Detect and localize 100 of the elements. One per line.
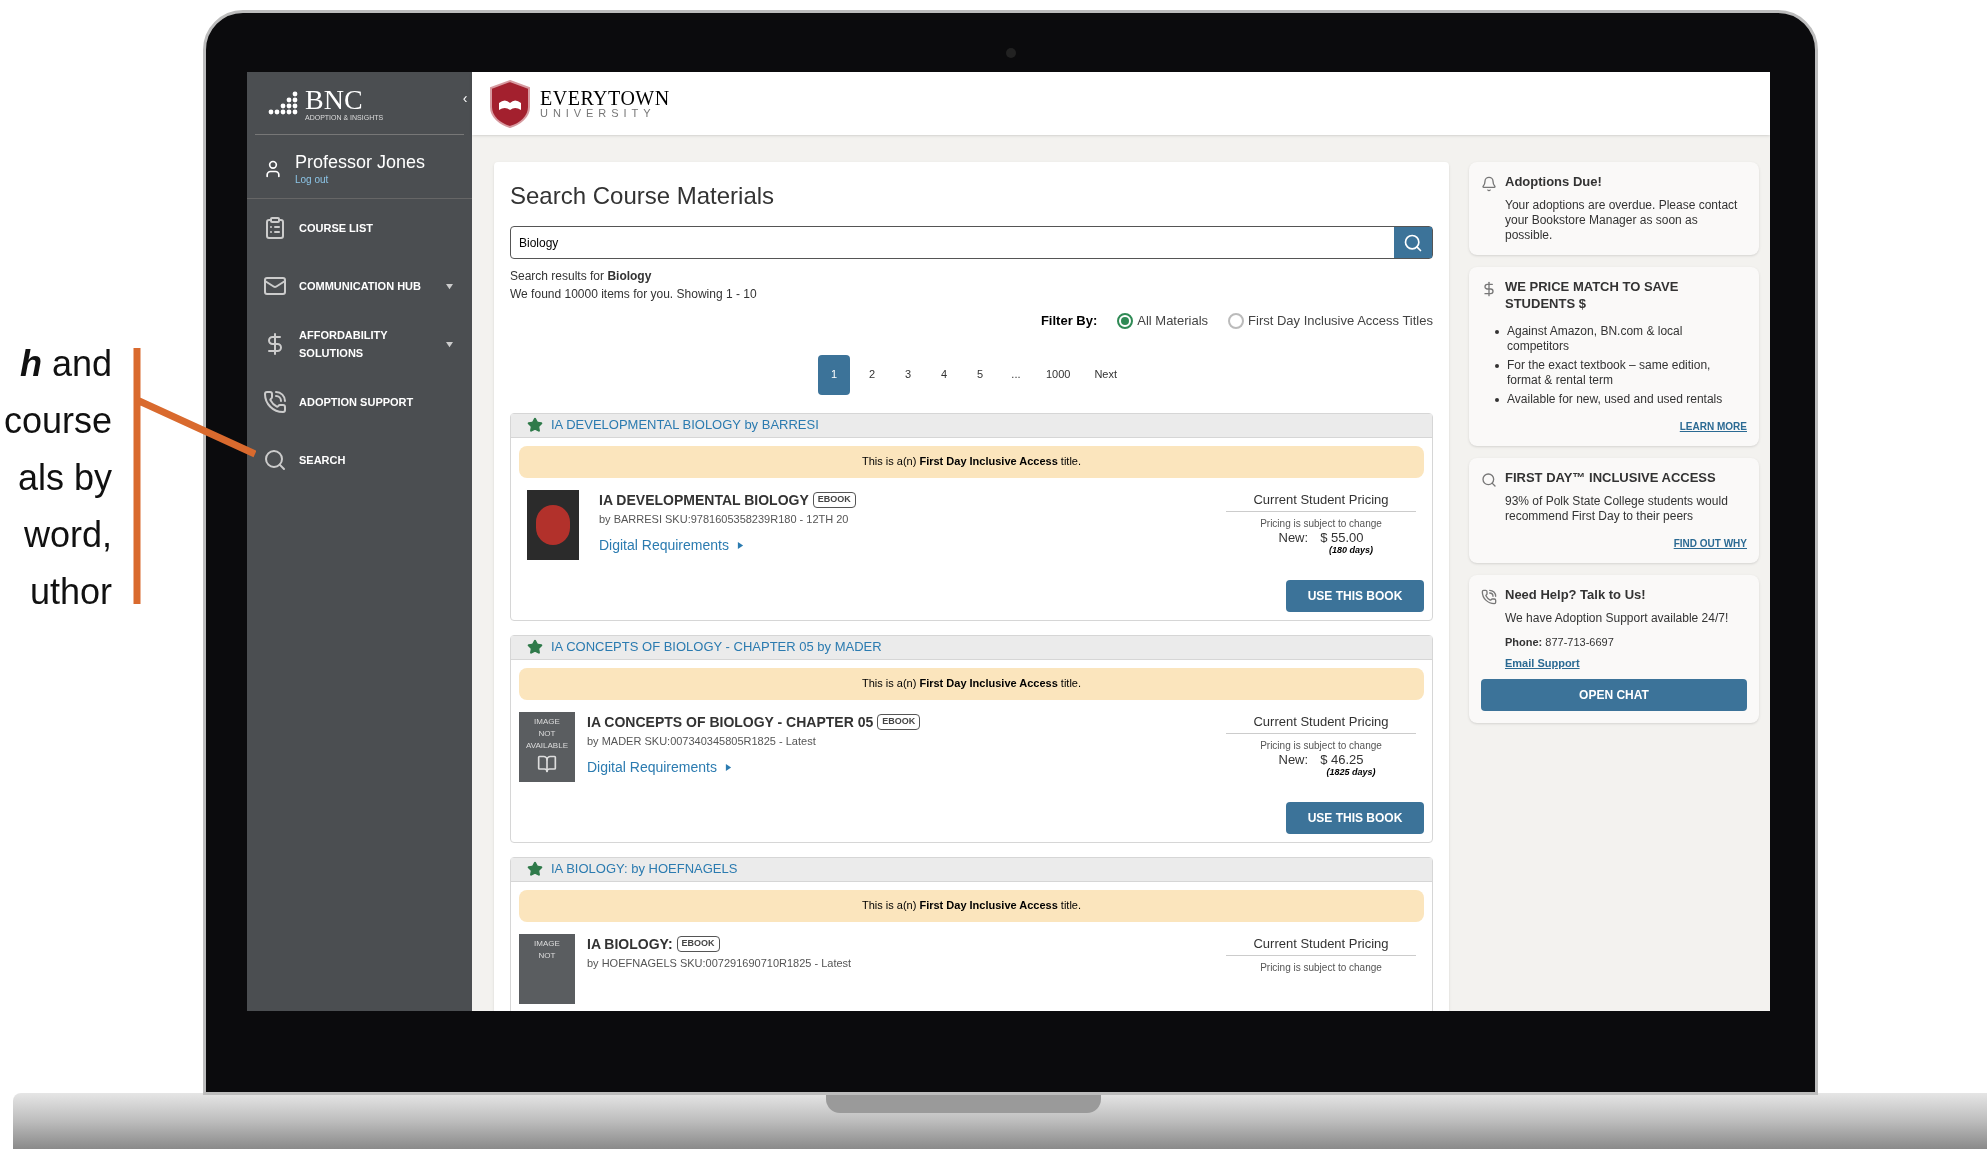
page-link[interactable]: 1	[817, 354, 850, 395]
card-title: Need Help? Talk to Us!	[1505, 587, 1647, 604]
radio-button[interactable]	[1228, 312, 1245, 329]
page-link[interactable]: 3	[893, 354, 922, 395]
search-button[interactable]	[1394, 227, 1432, 258]
radio-button[interactable]	[1117, 312, 1134, 329]
user-name: Professor Jones	[295, 151, 426, 174]
university-subtitle: UNIVERSITY	[540, 108, 657, 119]
page-link[interactable]: ...	[1001, 354, 1030, 395]
caret-icon	[736, 542, 744, 549]
format-tag: EBOOK	[812, 492, 856, 508]
card-link[interactable]: FIND OUT WHY	[1673, 536, 1747, 551]
card-title: FIRST DAY™ INCLUSIVE ACCESS	[1505, 469, 1717, 486]
camera-icon	[1006, 48, 1016, 58]
use-book-button[interactable]: USE THIS BOOK	[1286, 579, 1424, 612]
placeholder-caption: NOT	[538, 727, 556, 740]
book-meta: by MADER SKU:007340345805R1825 - Latest	[587, 733, 817, 749]
page-link[interactable]: 1000	[1037, 354, 1079, 395]
price-label: New:	[1278, 531, 1309, 544]
page-link[interactable]: Next	[1086, 354, 1126, 395]
sidebar-item[interactable]: AFFORDABILITY SOLUTIONS	[247, 315, 472, 373]
sidebar-item[interactable]: ADOPTION SUPPORT	[247, 373, 472, 431]
card-title: WE PRICE MATCH TO SAVE STUDENTS $	[1505, 279, 1680, 312]
filter-label: Filter By:	[1040, 312, 1098, 330]
pricing-heading: Current Student Pricing	[1226, 711, 1416, 734]
format-tag: EBOOK	[877, 714, 921, 730]
card-text: Your adoptions are overdue. Please contact your Bookstore Manager as soon as possible.	[1505, 198, 1739, 244]
phone-text: Phone: 877-713-6697	[1505, 635, 1615, 651]
results-for-text: Search results for Biology	[510, 268, 653, 285]
bell-icon	[1481, 176, 1497, 192]
shield-logo-icon	[488, 78, 532, 129]
card-title: Adoptions Due!	[1505, 174, 1603, 191]
placeholder-caption: NOT	[538, 949, 556, 962]
book-title: IA CONCEPTS OF BIOLOGY - CHAPTER 05	[587, 712, 874, 732]
rental-term: (1825 days)	[1326, 766, 1376, 779]
sidebar-item[interactable]: COURSE LIST	[247, 199, 472, 257]
page-title: Search Course Materials	[510, 181, 776, 211]
digital-requirements-link[interactable]: Digital Requirements	[599, 535, 744, 556]
star-icon	[527, 861, 543, 877]
open-chat-button[interactable]: OPEN CHAT	[1481, 679, 1747, 712]
digital-requirements-link[interactable]: Digital Requirements	[587, 757, 732, 778]
search-icon	[1403, 232, 1423, 253]
pricing-note: Pricing is subject to change	[1260, 517, 1382, 531]
search-icon	[263, 448, 287, 472]
collapse-button[interactable]: ‹	[458, 88, 472, 109]
book-meta: by BARRESI SKU:9781605358239R180 - 12TH 20	[599, 511, 850, 527]
price: $ 46.25	[1320, 753, 1364, 766]
sidebar-item[interactable]: SEARCH	[247, 431, 472, 489]
book-meta: by HOEFNAGELS SKU:007291690710R1825 - Latest	[587, 955, 853, 971]
card-link[interactable]: LEARN MORE	[1679, 418, 1747, 434]
format-tag: EBOOK	[676, 936, 720, 952]
placeholder-caption: IMAGE	[534, 937, 560, 950]
caret-icon	[724, 764, 732, 771]
bullet-item: For the exact textbook – same edition, format & rental term	[1495, 357, 1747, 388]
placeholder-caption: AVAILABLE	[526, 739, 568, 752]
card-text: 93% of Polk State College students would recommend First Day to their peers	[1505, 494, 1729, 524]
clipboard-icon	[263, 216, 287, 240]
card-text: We have Adoption Support available 24/7!	[1505, 611, 1730, 627]
pricing-heading: Current Student Pricing	[1226, 933, 1416, 956]
callout-text: als by	[17, 456, 112, 500]
pricing-heading: Current Student Pricing	[1226, 489, 1416, 512]
radio-label: First Day Inclusive Access Titles	[1248, 312, 1433, 330]
bullet-item: Available for new, used and used rentals	[1495, 391, 1747, 407]
phone-icon	[263, 390, 287, 414]
user-icon	[263, 158, 283, 179]
email-support-link[interactable]: Email Support	[1505, 654, 1747, 672]
page-link[interactable]: 2	[857, 354, 886, 395]
star-icon	[527, 417, 543, 433]
search-icon	[1481, 471, 1497, 488]
callout-text: uthor	[29, 570, 112, 614]
book-title: IA DEVELOPMENTAL BIOLOGY	[599, 490, 809, 510]
callout-text: h and	[19, 342, 112, 386]
banner-text: This is a(n) First Day Inclusive Access title.	[861, 454, 1082, 470]
radio-label: All Materials	[1137, 312, 1209, 330]
brand-logo: BNC	[305, 85, 364, 114]
use-book-button[interactable]: USE THIS BOOK	[1286, 801, 1424, 834]
banner-text: This is a(n) First Day Inclusive Access title.	[861, 676, 1082, 692]
results-count-text: We found 10000 items for you. Showing 1 - 10	[510, 286, 758, 303]
page-link[interactable]: 5	[965, 354, 994, 395]
page-link[interactable]: 4	[929, 354, 958, 395]
rental-term: (180 days)	[1329, 544, 1373, 557]
price: $ 55.00	[1320, 531, 1364, 544]
result-title-link[interactable]: IA BIOLOGY: by HOEFNAGELS	[551, 859, 738, 879]
callout-text: word,	[23, 513, 112, 557]
pricing-note: Pricing is subject to change	[1260, 961, 1382, 975]
university-name: EVERYTOWN	[540, 88, 670, 108]
envelope-icon	[263, 274, 287, 298]
placeholder-caption: IMAGE	[534, 715, 560, 728]
logout-link[interactable]: Log out	[295, 173, 426, 186]
dollar-icon	[1481, 281, 1497, 298]
banner-text: This is a(n) First Day Inclusive Access title.	[861, 898, 1082, 914]
pricing-note: Pricing is subject to change	[1260, 739, 1382, 753]
book-title: IA BIOLOGY:	[587, 934, 673, 954]
book-cover-placeholder	[527, 489, 579, 560]
star-icon	[527, 639, 543, 655]
price-label: New:	[1278, 753, 1309, 766]
callout-text: course	[3, 399, 112, 443]
book-icon	[537, 753, 557, 774]
sidebar-item[interactable]: COMMUNICATION HUB	[247, 257, 472, 315]
bullet-item: Against Amazon, BN.com & local competitors	[1495, 323, 1747, 354]
